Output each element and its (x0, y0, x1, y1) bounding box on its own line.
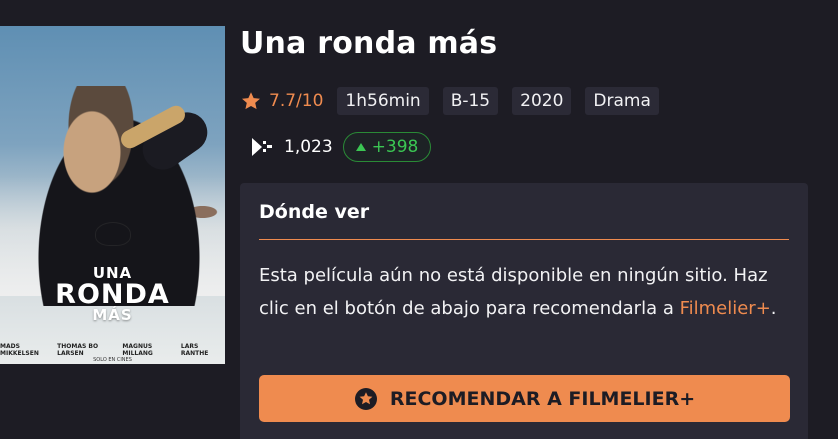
star-icon (242, 92, 260, 110)
duration-tag: 1h56min (337, 87, 429, 115)
views-count: 1,023 (284, 137, 333, 157)
poster-title-line3: MÁS (92, 306, 133, 324)
availability-text-end: . (770, 298, 777, 319)
classification-tag: B-15 (442, 87, 499, 115)
filmelier-link[interactable]: Filmelier+ (680, 298, 771, 319)
year-tag: 2020 (512, 87, 572, 115)
where-to-watch-panel: Dónde ver Esta película aún no está disp… (240, 183, 808, 439)
poster-credit: THOMAS BO LARSEN (57, 343, 99, 357)
poster-credit: LARS RANTHE (180, 343, 209, 357)
popularity-stats: 1,023 +398 (250, 132, 432, 162)
poster-footer: SOLO EN CINES (93, 357, 132, 363)
poster-credit: MADS MIKKELSEN (0, 343, 39, 357)
poster-credits: MADS MIKKELSEN THOMAS BO LARSEN MAGNUS M… (0, 343, 225, 357)
star-circle-icon (354, 387, 377, 410)
views-delta-value: +398 (371, 137, 419, 157)
rating-value: 7.7/10 (269, 91, 324, 111)
poster-credit: MAGNUS MILLANG (122, 343, 153, 357)
where-to-watch-heading: Dónde ver (259, 201, 370, 223)
festival-laurel-icon (95, 222, 131, 246)
divider (259, 239, 789, 240)
genre-tag: Drama (585, 87, 659, 115)
views-icon (252, 138, 272, 156)
recommend-button-label: RECOMENDAR A FILMELIER+ (389, 387, 696, 410)
poster-title: UNA RONDA MÁS (0, 266, 225, 323)
rating: 7.7/10 (240, 90, 323, 112)
recommend-button[interactable]: RECOMENDAR A FILMELIER+ (259, 375, 790, 422)
arrow-up-icon (355, 143, 366, 151)
poster-title-line2: RONDA (55, 279, 170, 310)
movie-poster[interactable]: UNA RONDA MÁS MADS MIKKELSEN THOMAS BO L… (0, 26, 225, 364)
movie-meta: 7.7/10 1h56min B-15 2020 Drama (240, 87, 659, 115)
availability-message: Esta película aún no está disponible en … (259, 259, 779, 325)
views-delta-badge: +398 (342, 132, 432, 162)
movie-title: Una ronda más (240, 26, 498, 61)
